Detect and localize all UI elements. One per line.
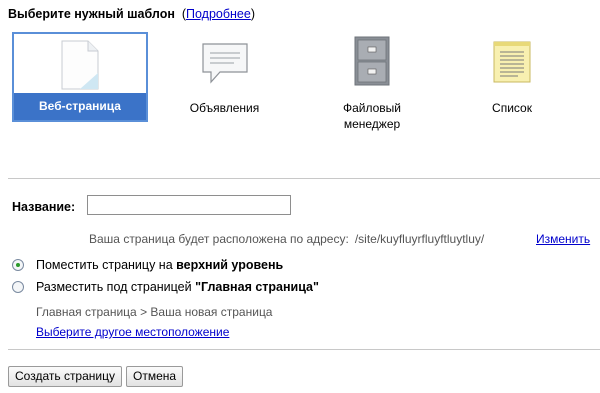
cancel-button[interactable]: Отмена <box>126 366 184 387</box>
template-web-page[interactable]: Веб-страница <box>12 32 148 122</box>
template-label-file-manager-line1: Файловый <box>342 101 401 115</box>
option-under-prefix: Разместить под страницей <box>36 280 196 294</box>
name-label: Название: <box>12 200 76 214</box>
address-path: /site/kuyfluyrfluyftluytluy/ <box>354 232 485 246</box>
option-top-prefix: Поместить страницу на <box>36 258 177 272</box>
divider-top <box>8 178 600 179</box>
page-header: Выберите нужный шаблон (Подробнее) <box>8 7 255 21</box>
option-top-bold: верхний уровень <box>176 258 284 272</box>
divider-bottom <box>8 349 600 350</box>
template-label-file-manager-line2: менеджер <box>343 117 401 131</box>
header-title: Выберите нужный шаблон <box>8 7 175 21</box>
option-under-bold: "Главная страница" <box>195 280 319 294</box>
template-label-list: Список <box>492 101 532 115</box>
radio-under-page[interactable] <box>12 281 24 293</box>
template-label-web-page: Веб-страница <box>14 93 146 120</box>
template-label-file-manager: Файловый менеджер <box>317 100 427 132</box>
template-file-manager[interactable]: Файловый менеджер <box>317 32 427 132</box>
list-note-icon <box>492 40 532 87</box>
breadcrumb: Главная страница > Ваша новая страница <box>36 305 273 319</box>
radio-top-level[interactable] <box>12 259 24 271</box>
speech-bubble-icon <box>200 42 250 89</box>
address-text: Ваша страница будет расположена по адрес… <box>89 232 349 246</box>
create-page-button[interactable]: Создать страницу <box>8 366 122 387</box>
template-list[interactable]: Список <box>472 32 552 122</box>
header-paren-close: ) <box>250 7 256 21</box>
template-picker: Веб-страница Объявления Файловый менедже… <box>12 32 572 142</box>
file-cabinet-icon <box>353 36 391 89</box>
page-address: Ваша страница будет расположена по адрес… <box>89 232 484 246</box>
more-info-link[interactable]: Подробнее <box>186 7 251 21</box>
template-label-announcements: Объявления <box>189 101 260 115</box>
web-page-icon <box>60 40 100 93</box>
change-address-link[interactable]: Изменить <box>536 232 590 246</box>
placement-option-top-label: Поместить страницу на верхний уровень <box>36 258 283 272</box>
template-announcements[interactable]: Объявления <box>172 32 277 122</box>
choose-other-location-link[interactable]: Выберите другое местоположение <box>36 325 229 339</box>
placement-option-under-label: Разместить под страницей "Главная страни… <box>36 280 319 294</box>
page-name-input[interactable] <box>87 195 291 215</box>
